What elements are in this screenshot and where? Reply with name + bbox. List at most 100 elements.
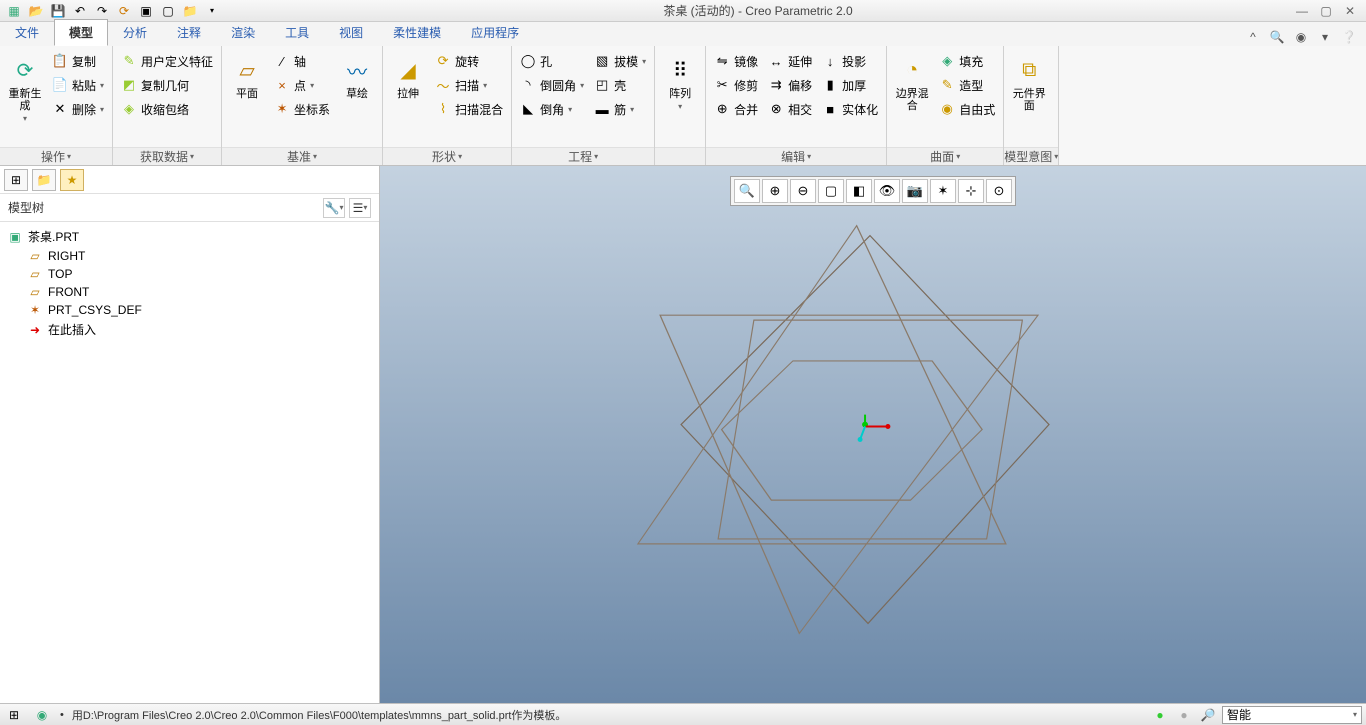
tree-settings-button[interactable]: 🔧▾ <box>323 198 345 218</box>
regen-button[interactable]: ⟳ <box>114 2 134 20</box>
thicken-button[interactable]: ▮加厚 <box>818 74 882 96</box>
ribbon-label-engineering[interactable]: 工程▾ <box>512 147 654 165</box>
project-button[interactable]: ↓投影 <box>818 50 882 72</box>
style-button[interactable]: ✎造型 <box>935 74 999 96</box>
csys-button[interactable]: ✶坐标系 <box>270 98 334 120</box>
tree-item-insert[interactable]: ➜ 在此插入 <box>0 319 379 340</box>
tab-app[interactable]: 应用程序 <box>456 19 534 46</box>
display-style-button[interactable]: ◧ <box>846 179 872 203</box>
repaint-button[interactable]: ▢ <box>818 179 844 203</box>
intersect-button[interactable]: ⊗相交 <box>764 98 816 120</box>
trim-button[interactable]: ✂修剪 <box>710 74 762 96</box>
tab-flex[interactable]: 柔性建模 <box>378 19 456 46</box>
chamfer-button[interactable]: ◣倒角▾ <box>516 98 588 120</box>
collapse-ribbon-button[interactable]: ^ <box>1244 28 1262 46</box>
tab-model[interactable]: 模型 <box>54 19 108 46</box>
freestyle-button[interactable]: ◉自由式 <box>935 98 999 120</box>
browser-button[interactable]: ◉ <box>32 706 52 724</box>
fill-button[interactable]: ◈填充 <box>935 50 999 72</box>
close-button[interactable]: ✕ <box>1342 4 1358 18</box>
tab-file[interactable]: 文件 <box>0 19 54 46</box>
draft-button[interactable]: ▧拔模▾ <box>590 50 650 72</box>
maximize-button[interactable]: ▢ <box>1318 4 1334 18</box>
extend-button[interactable]: ↔延伸 <box>764 50 816 72</box>
tab-view[interactable]: 视图 <box>324 19 378 46</box>
windows-button[interactable]: ▣ <box>136 2 156 20</box>
zoom-fit-button[interactable]: 🔍 <box>734 179 760 203</box>
tree-item-right[interactable]: ▱ RIGHT <box>0 247 379 265</box>
qat-dropdown[interactable]: ▾ <box>202 2 222 20</box>
delete-button[interactable]: ✕删除▾ <box>48 98 108 120</box>
ribbon-label-shape[interactable]: 形状▾ <box>383 147 511 165</box>
paste-button[interactable]: 📄粘贴▾ <box>48 74 108 96</box>
minimize-button[interactable]: — <box>1294 4 1310 18</box>
tree-root[interactable]: ▣ 茶桌.PRT <box>0 226 379 247</box>
search-button[interactable]: 🔍 <box>1268 28 1286 46</box>
tree-show-button[interactable]: ☰▾ <box>349 198 371 218</box>
sidebar-tab-favorites[interactable]: ★ <box>60 169 84 191</box>
save-button[interactable]: 💾 <box>48 2 68 20</box>
selection-filter-combo[interactable]: 智能 ▾ <box>1222 706 1362 724</box>
revolve-button[interactable]: ⟳旋转 <box>431 50 507 72</box>
extrude-button[interactable]: ◢拉伸 <box>387 50 429 104</box>
ribbon-label-intent[interactable]: 模型意图▾ <box>1004 147 1058 165</box>
datum-display-button[interactable]: ✶ <box>930 179 956 203</box>
undo-button[interactable]: ↶ <box>70 2 90 20</box>
ribbon-label-datum[interactable]: 基准▾ <box>222 147 382 165</box>
shell-button[interactable]: ◰壳 <box>590 74 650 96</box>
regenerate-button[interactable]: ⟳ 重新生成 ▾ <box>4 50 46 127</box>
open-button[interactable]: 📂 <box>26 2 46 20</box>
close-win-button[interactable]: ▢ <box>158 2 178 20</box>
copy-button[interactable]: 📋复制 <box>48 50 108 72</box>
offset-button[interactable]: ⇉偏移 <box>764 74 816 96</box>
tree-item-front[interactable]: ▱ FRONT <box>0 283 379 301</box>
window-controls: — ▢ ✕ <box>1294 4 1362 18</box>
hole-button[interactable]: ◯孔 <box>516 50 588 72</box>
tree-item-top[interactable]: ▱ TOP <box>0 265 379 283</box>
canvas[interactable]: 🔍 ⊕ ⊖ ▢ ◧ 👁 📷 ✶ ⊹ ⊙ <box>380 166 1366 703</box>
zoom-out-button[interactable]: ⊖ <box>790 179 816 203</box>
sweep-button[interactable]: 〜扫描▾ <box>431 74 507 96</box>
tab-analysis[interactable]: 分析 <box>108 19 162 46</box>
settings-dropdown[interactable]: ▾ <box>1316 28 1334 46</box>
ribbon-label-edit[interactable]: 编辑▾ <box>706 147 886 165</box>
find-button[interactable]: 🔎 <box>1198 706 1218 724</box>
tab-annotate[interactable]: 注释 <box>162 19 216 46</box>
spin-center-button[interactable]: ⊙ <box>986 179 1012 203</box>
rib-button[interactable]: ▬筋▾ <box>590 98 650 120</box>
learning-button[interactable]: ◉ <box>1292 28 1310 46</box>
status-bullet: • <box>60 709 64 721</box>
new-button[interactable]: ▦ <box>4 2 24 20</box>
view-manager-button[interactable]: 📷 <box>902 179 928 203</box>
ribbon-label-getdata[interactable]: 获取数据▾ <box>113 147 221 165</box>
point-button[interactable]: ×点▾ <box>270 74 334 96</box>
folder-button[interactable]: 📁 <box>180 2 200 20</box>
mirror-button[interactable]: ⇋镜像 <box>710 50 762 72</box>
copygeo-button[interactable]: ◩复制几何 <box>117 74 217 96</box>
annotation-display-button[interactable]: ⊹ <box>958 179 984 203</box>
sketch-button[interactable]: 〰草绘 <box>336 50 378 104</box>
sweepblend-button[interactable]: ⌇扫描混合 <box>431 98 507 120</box>
boundaryblend-button[interactable]: ◔边界混合 <box>891 50 933 116</box>
tree-item-csys[interactable]: ✶ PRT_CSYS_DEF <box>0 301 379 319</box>
saved-views-button[interactable]: 👁 <box>874 179 900 203</box>
tree-toggle-button[interactable]: ⊞ <box>4 706 24 724</box>
ribbon-label-operations[interactable]: 操作▾ <box>0 147 112 165</box>
plane-button[interactable]: ▱平面 <box>226 50 268 104</box>
solidify-button[interactable]: ■实体化 <box>818 98 882 120</box>
ribbon-label-surface[interactable]: 曲面▾ <box>887 147 1003 165</box>
component-ui-button[interactable]: ⧉元件界面 <box>1008 50 1050 116</box>
sidebar-tab-folder[interactable]: 📁 <box>32 169 56 191</box>
tab-tools[interactable]: 工具 <box>270 19 324 46</box>
shrinkwrap-button[interactable]: ◈收缩包络 <box>117 98 217 120</box>
axis-button[interactable]: ⁄轴 <box>270 50 334 72</box>
tab-render[interactable]: 渲染 <box>216 19 270 46</box>
round-button[interactable]: ◝倒圆角▾ <box>516 74 588 96</box>
udf-button[interactable]: ✎用户定义特征 <box>117 50 217 72</box>
help-button[interactable]: ❔ <box>1340 28 1358 46</box>
pattern-button[interactable]: ⠿阵列▾ <box>659 50 701 115</box>
merge-button[interactable]: ⊕合并 <box>710 98 762 120</box>
sidebar-tab-tree[interactable]: ⊞ <box>4 169 28 191</box>
redo-button[interactable]: ↷ <box>92 2 112 20</box>
zoom-in-button[interactable]: ⊕ <box>762 179 788 203</box>
